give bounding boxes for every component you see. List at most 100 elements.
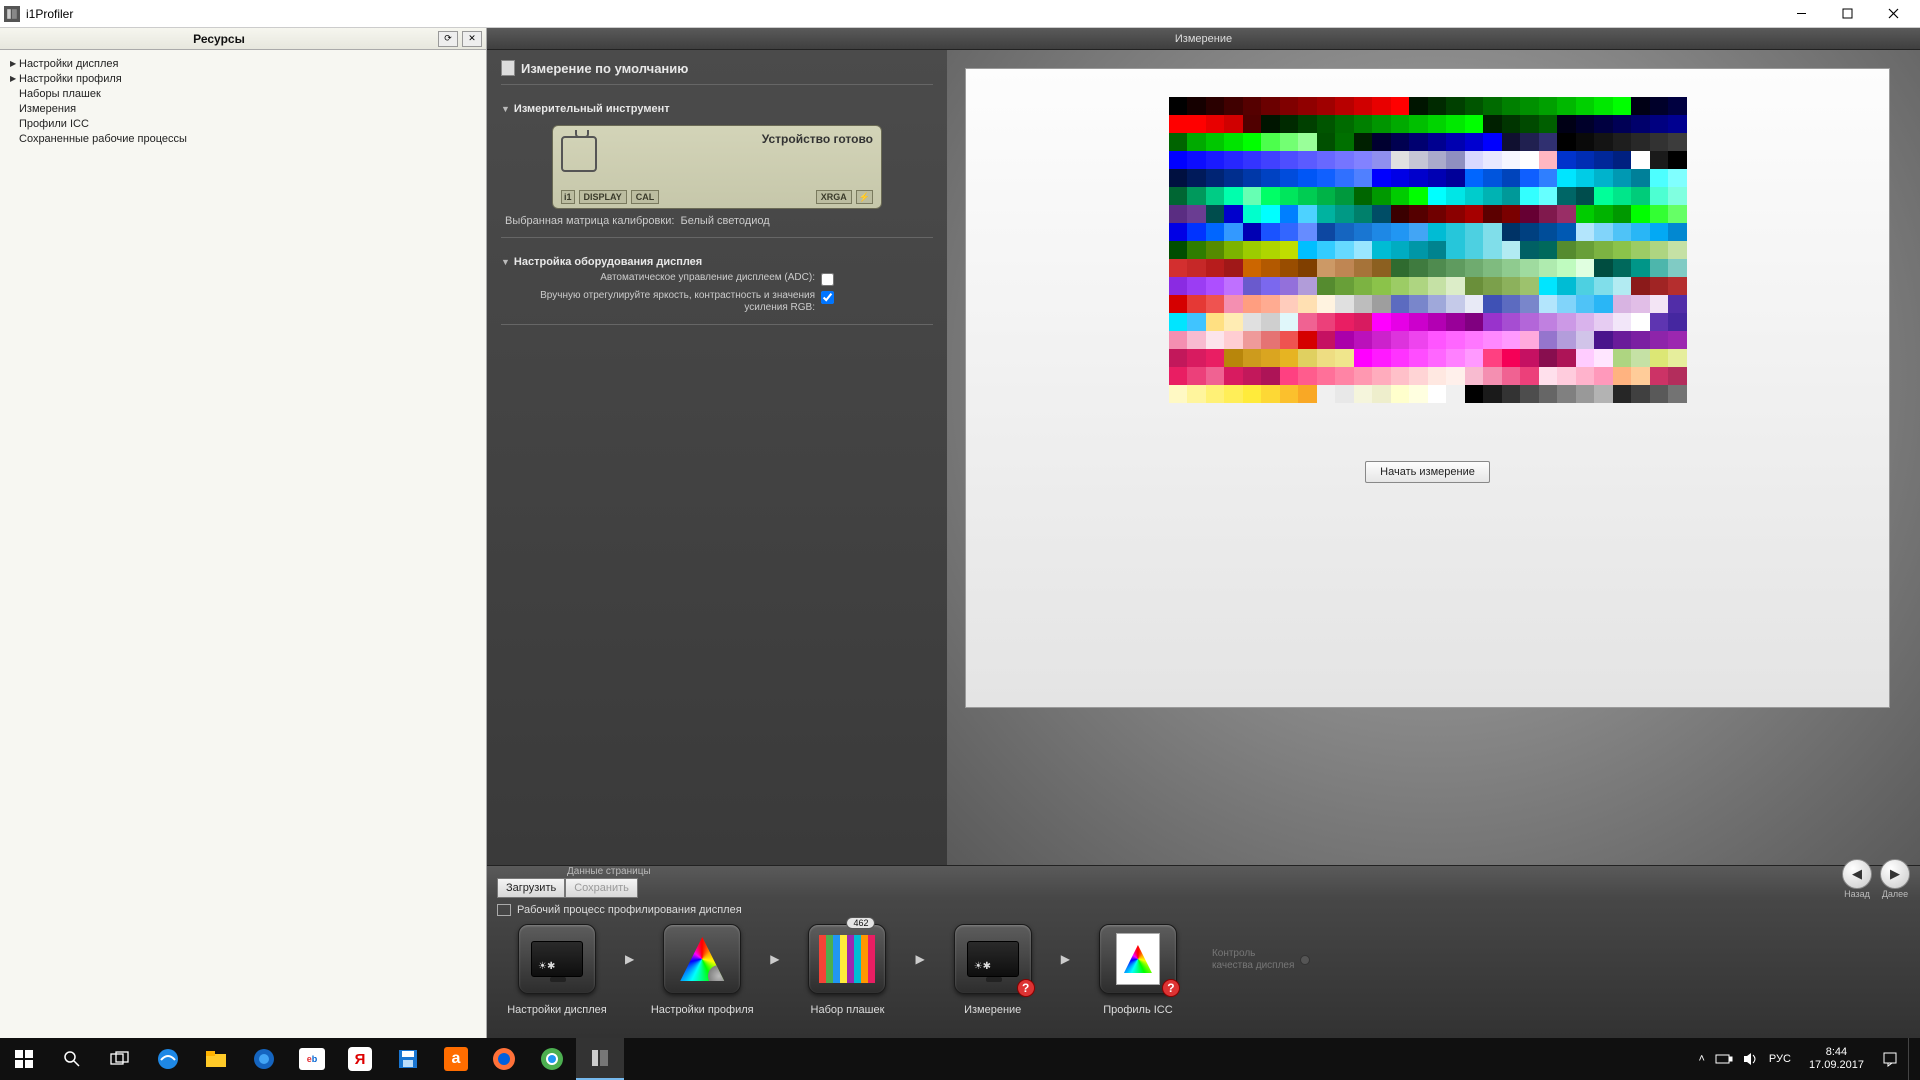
color-patch [1224,349,1243,367]
color-patch [1631,205,1650,223]
taskbar-app-orange[interactable]: a [432,1038,480,1080]
resource-item[interactable]: Сохраненные рабочие процессы [4,131,482,146]
workflow-step[interactable]: ?Профиль ICC [1078,924,1198,1016]
workflow-step[interactable]: 462Набор плашек [787,924,907,1016]
nav-next[interactable]: ▶ Далее [1880,865,1910,899]
color-patch [1391,367,1410,385]
color-patch [1576,205,1595,223]
color-patch [1539,241,1558,259]
workflow-step[interactable]: Настройки профиля [642,924,762,1016]
taskbar-app-chrome[interactable] [528,1038,576,1080]
color-patch [1631,385,1650,403]
color-patch [1428,133,1447,151]
resources-close-button[interactable]: ✕ [462,31,482,47]
taskbar-app-save[interactable] [384,1038,432,1080]
taskbar-app-yandex[interactable]: Я [336,1038,384,1080]
color-patch [1428,115,1447,133]
minimize-button[interactable] [1778,0,1824,28]
tray-chevron-up-icon[interactable]: ˄ [1698,1053,1704,1065]
resources-refresh-button[interactable]: ⟳ [438,31,458,47]
maximize-button[interactable] [1824,0,1870,28]
color-patch [1446,367,1465,385]
color-patch [1335,295,1354,313]
color-patch [1224,295,1243,313]
color-patch [1187,115,1206,133]
option-adc-checkbox[interactable] [821,273,834,286]
save-button[interactable]: Сохранить [565,878,638,898]
color-patch [1206,205,1225,223]
workflow-step[interactable]: ☀✱Настройки дисплея [497,924,617,1016]
workflow-title-text: Рабочий процесс профилирования дисплея [517,904,742,916]
workflow-qa[interactable]: Контролькачества дисплея [1212,948,1310,972]
color-patch [1335,241,1354,259]
workflow-step[interactable]: ☀✱?Измерение [933,924,1053,1016]
color-patch [1354,97,1373,115]
tray-volume-icon[interactable] [1743,1052,1759,1066]
tray-clock[interactable]: 8:44 17.09.2017 [1801,1046,1872,1072]
option-manual-label: Вручную отрегулируйте яркость, контрастн… [501,290,821,314]
taskbar-app-edge[interactable] [144,1038,192,1080]
color-patch [1446,259,1465,277]
color-patch [1280,151,1299,169]
start-button[interactable] [0,1038,48,1080]
color-patch [1520,97,1539,115]
resource-item[interactable]: Профили ICC [4,116,482,131]
resource-item[interactable]: ▶Настройки профиля [4,71,482,86]
color-patch [1391,115,1410,133]
workflow-bar: Рабочий процесс профилирования дисплея ☀… [487,898,1920,1038]
color-patch [1557,205,1576,223]
color-patch [1650,385,1669,403]
section-hardware-header[interactable]: ▼ Настройка оборудования дисплея [501,256,933,268]
taskbar-app-firefox[interactable] [480,1038,528,1080]
color-patch [1280,277,1299,295]
color-patch [1483,169,1502,187]
tab-measurement[interactable]: Измерение [487,28,1920,50]
color-patch [1502,133,1521,151]
tray-battery-icon[interactable] [1715,1053,1733,1065]
nav-back[interactable]: ◀ Назад [1842,865,1872,899]
color-patch [1631,223,1650,241]
color-patch [1428,97,1447,115]
color-patch [1187,223,1206,241]
resource-item[interactable]: ▶Настройки дисплея [4,56,482,71]
taskview-button[interactable] [96,1038,144,1080]
color-patch [1576,331,1595,349]
color-patch [1520,151,1539,169]
color-patch [1483,241,1502,259]
taskbar-app-i1profiler[interactable] [576,1038,624,1080]
color-patch [1187,385,1206,403]
color-patch [1354,295,1373,313]
color-patch [1465,187,1484,205]
color-patch [1224,385,1243,403]
close-button[interactable] [1870,0,1916,28]
device-status-box: Устройство готово i1 DISPLAY CAL XRGA ⚡ [552,125,882,209]
show-desktop-button[interactable] [1908,1038,1914,1080]
color-patch [1594,259,1613,277]
resource-item[interactable]: Измерения [4,101,482,116]
color-patch [1280,313,1299,331]
color-patch [1298,169,1317,187]
color-patch [1520,115,1539,133]
load-button[interactable]: Загрузить [497,878,565,898]
color-patch [1446,385,1465,403]
start-measurement-button[interactable]: Начать измерение [1365,461,1490,483]
resource-item[interactable]: Наборы плашек [4,86,482,101]
color-patch [1243,385,1262,403]
arrow-right-icon: ▶ [1880,859,1910,889]
patch-grid [1169,97,1687,403]
taskbar-app-explorer[interactable] [192,1038,240,1080]
taskbar-app-thunderbird[interactable] [240,1038,288,1080]
tray-language[interactable]: РУС [1769,1053,1791,1065]
color-patch [1317,187,1336,205]
color-patch [1409,97,1428,115]
option-manual-checkbox[interactable] [821,291,834,304]
section-instrument-header[interactable]: ▼ Измерительный инструмент [501,103,933,115]
search-button[interactable] [48,1038,96,1080]
color-patch [1520,367,1539,385]
tray-notifications-icon[interactable] [1882,1051,1898,1067]
qa-dot-icon [1300,955,1310,965]
taskbar-app-ebay[interactable]: eb [288,1038,336,1080]
color-patch [1576,187,1595,205]
color-patch [1594,205,1613,223]
color-patch [1594,223,1613,241]
